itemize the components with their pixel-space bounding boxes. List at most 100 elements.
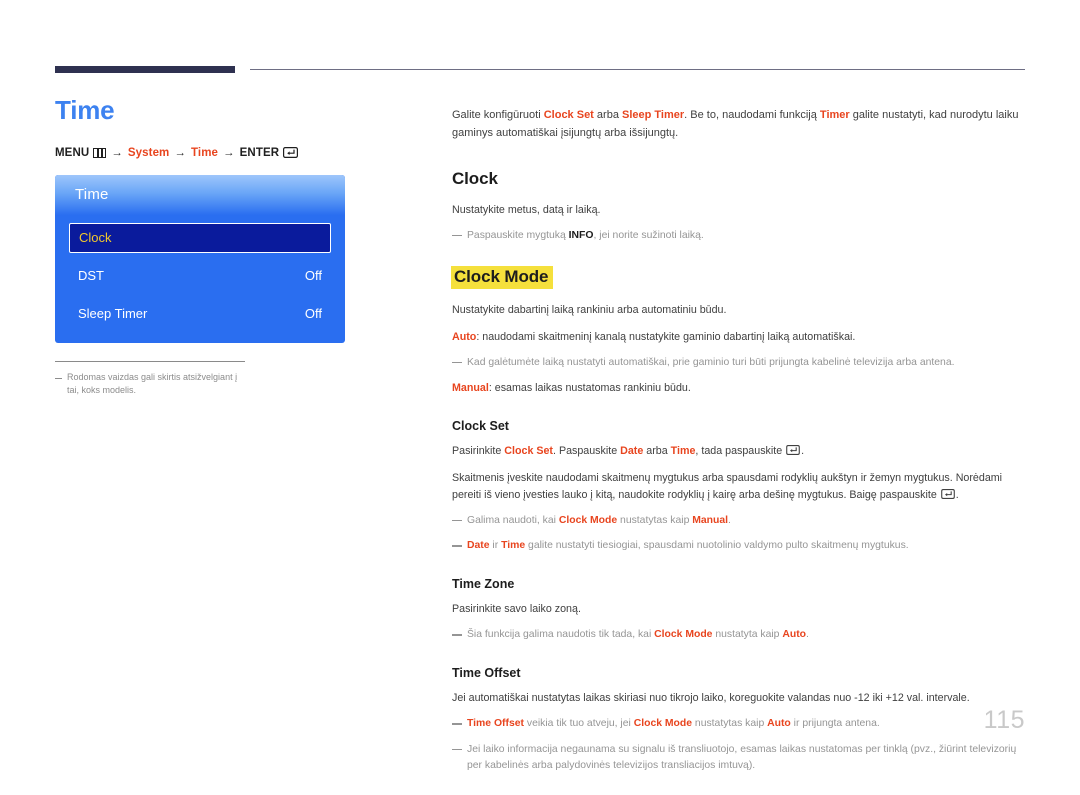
clock-set-note1-e: . — [728, 514, 731, 526]
clock-set-note1-c: nustatytas kaip — [617, 514, 693, 526]
time-zone-note-e: . — [806, 629, 809, 641]
breadcrumb: MENU → System → Time → ENTER — [55, 147, 415, 159]
osd-item-dst[interactable]: DST Off — [69, 261, 331, 291]
section-time-zone: Time Zone Pasirinkite savo laiko zoną. Š… — [452, 577, 1025, 644]
time-offset-note-2: Jei laiko informacija negaunama su signa… — [452, 742, 1025, 775]
clock-mode-note-body: Kad galėtumėte laiką nustatyti automatiš… — [467, 356, 955, 368]
page-number: 115 — [983, 706, 1025, 734]
section-time-offset: Time Offset Jei automatiškai nustatytas … — [452, 666, 1025, 775]
intro-paragraph: Galite konfigūruoti Clock Set arba Sleep… — [452, 107, 1025, 143]
time-offset-note1-auto: Auto — [767, 717, 791, 729]
time-zone-note-clock-mode: Clock Mode — [654, 629, 713, 641]
clock-set-p1-g: , tada paspauskite — [695, 445, 786, 458]
enter-return-icon — [786, 444, 800, 456]
page-title: Time — [55, 95, 115, 125]
clock-set-p1-h: . — [801, 445, 805, 458]
note-dash-icon — [452, 519, 462, 522]
note-dash-icon — [452, 545, 462, 548]
clock-note-a: Paspauskite mygtuką — [467, 229, 569, 241]
time-zone-note: Šia funkcija galima naudotis tik tada, k… — [452, 627, 1025, 644]
time-offset-note1-d: nustatytas kaip — [692, 717, 768, 729]
intro-c: arba — [593, 109, 622, 121]
heading-clock: Clock — [452, 168, 498, 188]
time-offset-note-2-body: Jei laiko informacija negaunama su signa… — [467, 743, 1017, 772]
time-zone-note-c: nustatyta kaip — [712, 629, 783, 641]
clock-set-note2-time: Time — [501, 540, 526, 552]
osd-panel-title: Time — [75, 186, 109, 204]
time-offset-note-1-body: Time Offset veikia tik tuo atveju, jei C… — [467, 716, 1025, 733]
clock-mode-manual-paragraph: Manual: esamas laikas nustatomas rankini… — [452, 380, 1025, 397]
breadcrumb-step-time: Time — [191, 146, 219, 159]
osd-panel: Time Clock DST Off Sleep Timer Off — [55, 174, 345, 343]
note-dash-icon — [452, 361, 462, 364]
time-zone-paragraph: Pasirinkite savo laiko zoną. — [452, 603, 581, 616]
clock-set-note-1: Galima naudoti, kai Clock Mode nustatyta… — [452, 513, 1025, 530]
clock-set-p2-a: Skaitmenis įveskite naudodami skaitmenų … — [452, 471, 1003, 501]
header-rule-thick — [55, 66, 235, 73]
note-dash-icon — [452, 234, 462, 237]
section-clock-set: Clock Set Pasirinkite Clock Set. Paspaus… — [452, 419, 1025, 555]
clock-mode-auto-label: Auto — [452, 330, 477, 343]
intro-a: Galite konfigūruoti — [452, 109, 544, 121]
heading-time-offset: Time Offset — [452, 665, 521, 680]
time-zone-note-a: Šia funkcija galima naudotis tik tada, k… — [467, 629, 655, 641]
clock-mode-manual-text: : esamas laikas nustatomas rankiniu būdu… — [488, 382, 691, 395]
section-clock-mode: Clock Mode Nustatykite dabartinį laiką r… — [451, 266, 1025, 397]
clock-set-p2-b: . — [955, 488, 959, 501]
time-offset-note1-b: veikia tik tuo atveju, jei — [523, 717, 634, 729]
clock-set-note1-clock-mode: Clock Mode — [558, 514, 618, 526]
intro-e: . Be to, naudodami funkciją — [684, 109, 820, 121]
heading-time-zone: Time Zone — [452, 577, 515, 592]
clock-note: Paspauskite mygtuką INFO, jei norite suž… — [452, 228, 1025, 245]
menu-grid-icon — [93, 147, 107, 158]
clock-set-note-1-body: Galima naudoti, kai Clock Mode nustatyta… — [467, 513, 1025, 530]
clock-set-note2-date: Date — [467, 540, 490, 552]
clock-set-note-2: Date ir Time galite nustatyti tiesiogiai… — [452, 538, 1025, 555]
time-offset-paragraph: Jei automatiškai nustatytas laikas skiri… — [452, 691, 970, 704]
footnote-dash-icon — [55, 377, 62, 379]
clock-set-p1-e: arba — [643, 445, 671, 458]
osd-panel-header: Time — [55, 174, 345, 215]
header-rule-thin — [250, 69, 1025, 70]
clock-mode-auto-paragraph: Auto: naudodami skaitmeninį kanalą nusta… — [452, 329, 1025, 346]
right-column: Galite konfigūruoti Clock Set arba Sleep… — [451, 96, 1025, 795]
osd-item-dst-label: DST — [78, 268, 104, 284]
osd-item-sleep-timer-label: Sleep Timer — [78, 306, 148, 322]
enter-return-icon — [283, 147, 299, 159]
enter-return-icon — [940, 488, 955, 499]
breadcrumb-arrow-1: → — [111, 146, 123, 159]
osd-item-clock[interactable]: Clock — [69, 222, 331, 253]
breadcrumb-enter-label: ENTER — [239, 146, 280, 159]
clock-mode-paragraph: Nustatykite dabartinį laiką rankiniu arb… — [452, 304, 727, 317]
left-footnote-text: Rodomas vaizdas gali skirtis atsižvelgia… — [67, 371, 238, 396]
header-rules — [55, 66, 1025, 74]
time-offset-note1-f: ir prijungta antena. — [790, 717, 880, 729]
breadcrumb-arrow-3: → — [223, 146, 235, 159]
clock-set-note2-b: ir — [489, 540, 502, 552]
note-dash-icon — [452, 722, 462, 725]
clock-set-p1-c: . Paspauskite — [553, 445, 621, 458]
clock-set-paragraph-1: Pasirinkite Clock Set. Paspauskite Date … — [452, 443, 1025, 460]
time-offset-note-1: Time Offset veikia tik tuo atveju, jei C… — [452, 716, 1025, 733]
breadcrumb-menu-label: MENU — [55, 146, 90, 159]
left-column: Time MENU → System → Time → ENTER Time C… — [55, 96, 415, 398]
clock-note-body: Paspauskite mygtuką INFO, jei norite suž… — [467, 228, 1025, 245]
section-clock: Clock Nustatykite metus, datą ir laiką. … — [452, 169, 1025, 245]
left-footnote: Rodomas vaizdas gali skirtis atsižvelgia… — [55, 371, 245, 398]
clock-set-p1-time: Time — [670, 445, 696, 458]
osd-item-sleep-timer-value: Off — [304, 306, 322, 322]
intro-clock-set: Clock Set — [543, 109, 594, 121]
osd-row-list: Clock DST Off Sleep Timer Off — [55, 222, 345, 329]
left-footnote-rule — [55, 360, 245, 362]
clock-set-paragraph-2: Skaitmenis įveskite naudodami skaitmenų … — [452, 470, 1025, 504]
osd-item-sleep-timer[interactable]: Sleep Timer Off — [69, 299, 331, 329]
intro-timer: Timer — [819, 109, 850, 121]
clock-set-note1-manual: Manual — [692, 514, 729, 526]
clock-set-note-2-body: Date ir Time galite nustatyti tiesiogiai… — [467, 538, 1025, 555]
time-zone-note-auto: Auto — [782, 629, 807, 641]
clock-set-note2-d: galite nustatyti tiesiogiai, spausdami n… — [525, 540, 909, 552]
breadcrumb-step-system: System — [127, 146, 170, 159]
clock-mode-auto-text: : naudodami skaitmeninį kanalą nustatyki… — [476, 330, 856, 343]
time-offset-note1-label: Time Offset — [467, 717, 524, 729]
clock-mode-note: Kad galėtumėte laiką nustatyti automatiš… — [452, 355, 1025, 372]
